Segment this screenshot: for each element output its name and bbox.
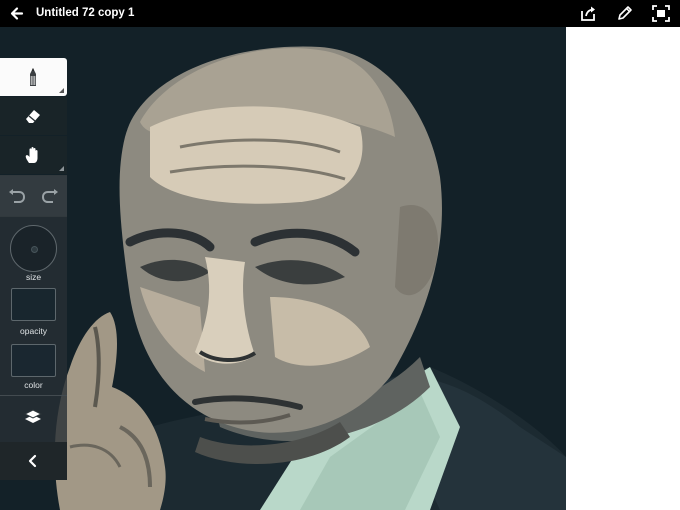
tool-options-indicator <box>59 88 64 93</box>
brush-size-control[interactable] <box>10 225 57 272</box>
pencil-icon[interactable] <box>614 4 634 23</box>
tool-options-indicator <box>59 166 64 171</box>
drawing-canvas[interactable] <box>0 27 566 510</box>
color-label: color <box>24 380 43 390</box>
portrait-illustration <box>0 27 566 510</box>
tool-eraser[interactable] <box>0 97 67 135</box>
fullscreen-icon[interactable] <box>651 4 671 23</box>
history-controls <box>0 176 67 216</box>
tool-hand[interactable] <box>0 136 67 174</box>
brush-settings-panel: size opacity color <box>0 217 67 442</box>
share-icon[interactable] <box>578 4 598 23</box>
tool-pencil[interactable] <box>0 58 67 96</box>
back-arrow-icon[interactable] <box>8 4 28 23</box>
divider <box>0 395 67 396</box>
document-title[interactable]: Untitled 72 copy 1 <box>36 7 134 19</box>
brush-size-dot <box>31 246 38 253</box>
redo-icon[interactable] <box>40 188 60 204</box>
pencil-icon <box>30 68 36 86</box>
opacity-control[interactable] <box>11 288 56 321</box>
eraser-icon <box>26 110 40 123</box>
color-swatch[interactable] <box>11 344 56 377</box>
hand-icon <box>25 146 38 163</box>
collapse-toolbar-button[interactable] <box>0 442 67 480</box>
undo-icon[interactable] <box>7 188 27 204</box>
chevron-left-icon <box>28 454 37 468</box>
size-label: size <box>25 272 42 282</box>
opacity-label: opacity <box>20 326 47 336</box>
canvas-margin <box>566 27 680 510</box>
top-bar: Untitled 72 copy 1 <box>0 0 680 27</box>
layers-icon[interactable] <box>23 407 43 427</box>
